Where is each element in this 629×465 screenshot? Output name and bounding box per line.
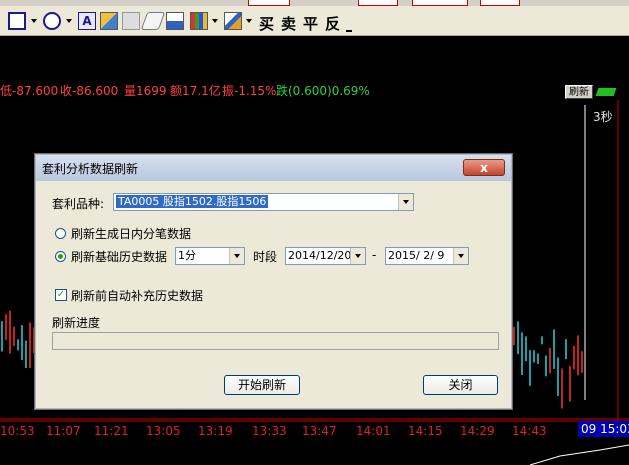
start-date-value: 2014/12/20 <box>288 249 352 262</box>
radio-history[interactable] <box>55 251 66 262</box>
time-tick-label: 11:21 <box>94 424 129 438</box>
time-tick-label: 13:05 <box>146 424 181 438</box>
layers-icon[interactable] <box>224 12 242 30</box>
time-range-label: 时段 <box>253 250 278 264</box>
date-range-separator: - <box>372 248 377 262</box>
time-tick-label: 10:53 <box>0 424 35 438</box>
toolbar-overflow-icon[interactable] <box>346 20 352 32</box>
eraser-tool-icon[interactable] <box>140 12 166 30</box>
variety-select[interactable]: TA0005 股指1502.股指1506 <box>113 193 414 211</box>
refresh-button[interactable]: 刷新 <box>565 85 593 99</box>
period-select[interactable]: 1分 <box>175 247 245 265</box>
progress-label: 刷新进度 <box>52 316 101 330</box>
reverse-button[interactable]: 反 <box>325 13 340 34</box>
current-time-badge: 09 15:03 <box>578 421 629 437</box>
chevron-down-icon[interactable] <box>350 248 365 264</box>
time-tick-label: 13:19 <box>198 424 233 438</box>
variety-label: 套利品种: <box>52 197 105 211</box>
auto-fill-checkbox[interactable]: ✓ <box>55 289 67 301</box>
ellipse-tool-icon[interactable] <box>43 12 61 30</box>
time-tick-label: 13:33 <box>252 424 287 438</box>
volume-line <box>529 444 629 465</box>
volume-value: 量1699 <box>124 84 167 98</box>
radio-history-label[interactable]: 刷新基础历史数据 <box>71 248 167 265</box>
sell-button[interactable]: 卖 <box>281 13 296 34</box>
arbitrage-refresh-dialog: 套利分析数据刷新 x 套利品种: TA0005 股指1502.股指1506 刷新… <box>34 153 513 410</box>
time-tick-label: 13:47 <box>302 424 337 438</box>
dialog-titlebar[interactable]: 套利分析数据刷新 x <box>36 155 511 181</box>
start-refresh-button[interactable]: 开始刷新 <box>224 375 300 395</box>
chevron-down-icon[interactable] <box>66 19 72 23</box>
close-icon[interactable]: x <box>463 159 505 176</box>
close-button[interactable]: 关闭 <box>423 375 498 395</box>
auto-fill-label[interactable]: 刷新前自动补充历史数据 <box>71 287 203 304</box>
time-tick-label: 11:07 <box>46 424 81 438</box>
rectangle-tool-icon[interactable] <box>8 12 26 30</box>
time-tick-label: 14:15 <box>408 424 443 438</box>
chevron-down-icon[interactable] <box>453 248 468 264</box>
chevron-down-icon[interactable] <box>398 194 413 210</box>
time-tick-label: 14:43 <box>512 424 547 438</box>
radio-generate[interactable] <box>55 228 66 239</box>
chevron-down-icon[interactable] <box>246 19 252 23</box>
start-date-picker[interactable]: 2014/12/20 <box>285 247 366 265</box>
chevron-down-icon[interactable] <box>31 19 37 23</box>
dialog-title: 套利分析数据刷新 <box>42 162 139 176</box>
refresh-progress-bar <box>52 332 499 350</box>
chart-header-area <box>0 36 629 83</box>
time-tick-label: 14:29 <box>460 424 495 438</box>
close-value: 收-86.600 <box>60 84 119 98</box>
change-value: 跌(0.600)0.69% <box>276 84 370 98</box>
time-tick-label: 14:01 <box>356 424 391 438</box>
period-value: 1分 <box>178 249 196 262</box>
buy-button[interactable]: 买 <box>259 13 274 34</box>
text-tool-icon[interactable]: A <box>78 12 96 30</box>
flat-button[interactable]: 平 <box>303 13 318 34</box>
dialog-body: 套利品种: TA0005 股指1502.股指1506 刷新生成日内分笔数据 刷新… <box>43 182 504 402</box>
low-value: 低-87.600 <box>0 84 59 98</box>
color-grid-icon[interactable] <box>190 12 208 30</box>
chevron-down-icon[interactable] <box>229 248 244 264</box>
paste-tool-icon[interactable] <box>166 12 184 30</box>
drawing-toolbar: A 买 卖 平 反 <box>0 6 629 36</box>
radio-generate-label[interactable]: 刷新生成日内分笔数据 <box>71 225 191 242</box>
variety-value: TA0005 股指1502.股指1506 <box>116 195 269 208</box>
end-date-value: 2015/ 2/ 9 <box>388 249 445 262</box>
end-date-picker[interactable]: 2015/ 2/ 9 <box>385 247 469 265</box>
refresh-interval-label: 3秒 <box>593 110 613 124</box>
amount-value: 额17.1亿 <box>170 84 221 98</box>
chevron-down-icon[interactable] <box>212 19 218 23</box>
copy-tool-icon[interactable] <box>100 12 118 30</box>
connection-status-icon <box>595 88 617 96</box>
crop-tool-icon[interactable] <box>122 12 140 30</box>
amplitude-value: 振-1.15% <box>222 84 277 98</box>
quote-strip: 低-87.600 收-86.600 量1699 额17.1亿 振-1.15% 跌… <box>0 83 629 100</box>
